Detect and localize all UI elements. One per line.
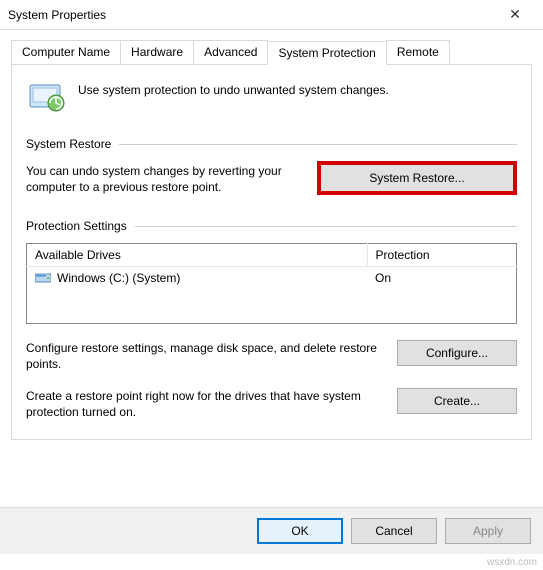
tab-advanced[interactable]: Advanced — [193, 40, 268, 64]
section-restore-header: System Restore — [26, 137, 111, 151]
dialog-footer: OK Cancel Apply — [0, 507, 543, 554]
cancel-button[interactable]: Cancel — [351, 518, 437, 544]
titlebar: System Properties ✕ — [0, 0, 543, 30]
drive-protection: On — [367, 267, 516, 290]
drive-icon — [35, 272, 51, 284]
col-header-protection[interactable]: Protection — [367, 244, 516, 267]
tab-remote[interactable]: Remote — [386, 40, 450, 64]
tab-system-protection[interactable]: System Protection — [267, 41, 386, 65]
system-protection-icon — [26, 79, 66, 115]
create-button[interactable]: Create... — [397, 388, 517, 414]
section-protection-header: Protection Settings — [26, 219, 127, 233]
ok-button[interactable]: OK — [257, 518, 343, 544]
window-title: System Properties — [8, 8, 495, 22]
tabstrip: Computer Name Hardware Advanced System P… — [11, 40, 532, 64]
tab-computer-name[interactable]: Computer Name — [11, 40, 121, 64]
intro-text: Use system protection to undo unwanted s… — [78, 79, 389, 97]
drive-name: Windows (C:) (System) — [57, 271, 180, 285]
configure-button[interactable]: Configure... — [397, 340, 517, 366]
system-restore-button[interactable]: System Restore... — [317, 161, 517, 195]
tab-panel-system-protection: Use system protection to undo unwanted s… — [11, 64, 532, 440]
create-description: Create a restore point right now for the… — [26, 388, 385, 420]
divider — [119, 144, 517, 145]
watermark: wsxdn.com — [487, 557, 537, 568]
restore-description: You can undo system changes by reverting… — [26, 161, 301, 195]
col-header-drives[interactable]: Available Drives — [27, 244, 368, 267]
apply-button[interactable]: Apply — [445, 518, 531, 544]
tab-hardware[interactable]: Hardware — [120, 40, 194, 64]
configure-description: Configure restore settings, manage disk … — [26, 340, 385, 372]
divider — [135, 226, 517, 227]
drives-table: Available Drives Protection Windows (C: — [26, 243, 517, 324]
table-row[interactable]: Windows (C:) (System) On — [27, 267, 517, 290]
close-icon[interactable]: ✕ — [495, 6, 535, 23]
